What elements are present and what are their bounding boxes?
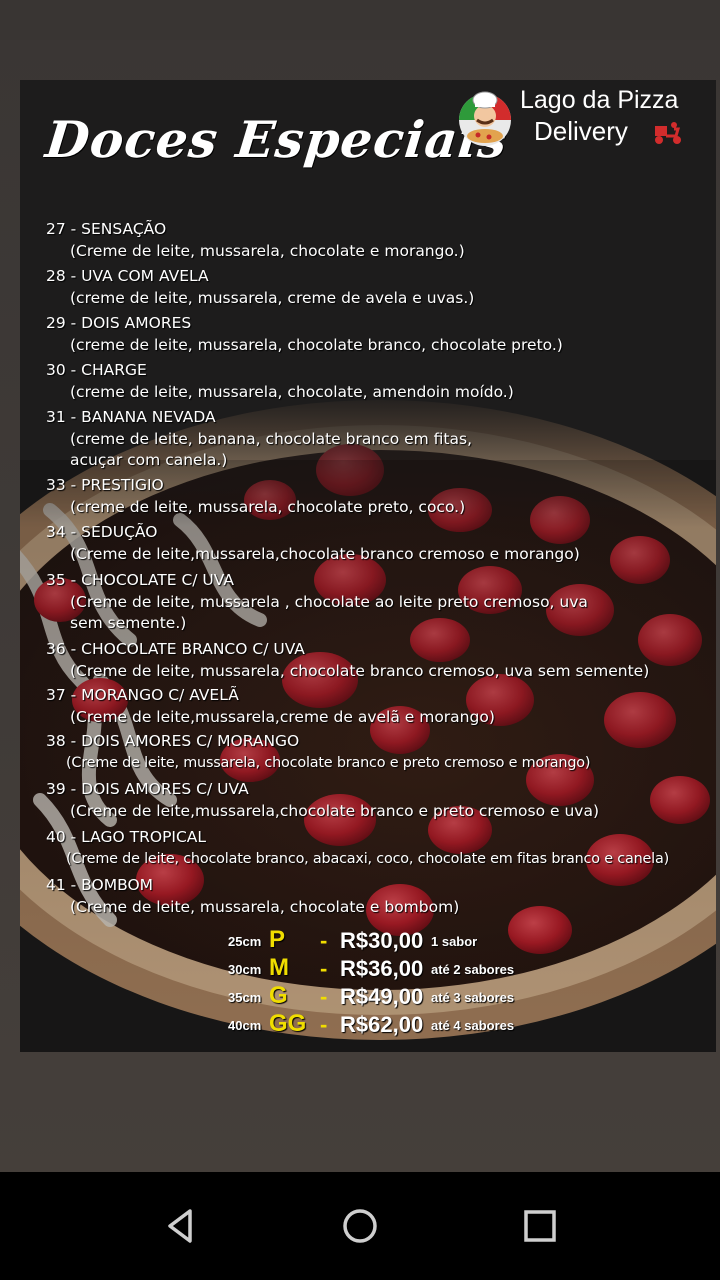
- price-size: GG: [269, 1010, 307, 1037]
- price-diameter: 25cm: [228, 934, 262, 949]
- delivery-scooter-icon: [655, 122, 681, 144]
- menu-item-description: (Creme de leite,mussarela,chocolate bran…: [70, 545, 580, 563]
- recents-icon[interactable]: [516, 1202, 564, 1250]
- menu-item-description: (Creme de leite, mussarela, chocolate e …: [70, 898, 460, 916]
- price-size: G: [269, 982, 288, 1009]
- menu-item-description: (creme de leite, mussarela, chocolate br…: [70, 336, 563, 354]
- price-diameter: 40cm: [228, 1018, 262, 1033]
- menu-item-title: 28 - UVA COM AVELA: [46, 267, 209, 285]
- brand-logo: Lago da Pizza Delivery: [456, 82, 716, 152]
- menu-item-title: 27 - SENSAÇÃO: [46, 220, 167, 238]
- menu-item-description: (Creme de leite, mussarela, chocolate br…: [70, 662, 650, 680]
- menu-item-title: 34 - SEDUÇÃO: [46, 523, 158, 541]
- menu-item-title: 31 - BANANA NEVADA: [46, 408, 216, 426]
- android-navigation-bar: [0, 1172, 720, 1280]
- menu-item-description: (Creme de leite, mussarela, chocolate e …: [70, 242, 465, 260]
- price-note: 1 sabor: [431, 934, 478, 949]
- price-value: R$62,00: [340, 1012, 424, 1037]
- menu-item-description: (Creme de leite, mussarela , chocolate a…: [70, 593, 588, 632]
- menu-item-title: 36 - CHOCOLATE BRANCO C/ UVA: [46, 640, 305, 658]
- menu-item-description: (Creme de leite, mussarela, chocolate br…: [66, 755, 591, 771]
- menu-item-description: (creme de leite, mussarela, creme de ave…: [70, 289, 475, 307]
- menu-item-description: (Creme de leite, chocolate branco, abaca…: [66, 851, 669, 867]
- price-row: 25cm P - R$30,00 1 sabor: [228, 926, 528, 956]
- price-size: M: [269, 954, 289, 981]
- price-note: até 2 sabores: [431, 962, 515, 977]
- price-row: 30cm M - R$36,00 até 2 sabores: [228, 954, 528, 984]
- menu-item-description: (creme de leite, mussarela, chocolate, a…: [70, 383, 514, 401]
- price-note: até 3 sabores: [431, 990, 515, 1005]
- price-value: R$36,00: [340, 956, 424, 981]
- back-icon[interactable]: [156, 1202, 204, 1250]
- menu-item-title: 40 - LAGO TROPICAL: [46, 828, 207, 846]
- price-separator: -: [320, 956, 328, 981]
- price-note: até 4 sabores: [431, 1018, 515, 1033]
- menu-item-description: (Creme de leite,mussarela,creme de avelã…: [70, 708, 495, 726]
- price-separator: -: [320, 928, 328, 953]
- price-separator: -: [320, 1012, 328, 1037]
- brand-subtitle: Delivery: [534, 116, 628, 146]
- price-row: 40cm GG - R$62,00 até 4 sabores: [228, 1010, 528, 1040]
- menu-item-title: 37 - MORANGO C/ AVELÃ: [46, 686, 239, 704]
- menu-item-description: (Creme de leite,mussarela,chocolate bran…: [70, 802, 600, 820]
- menu-item-title: 33 - PRESTIGIO: [46, 476, 164, 494]
- menu-item-description: (creme de leite, banana, chocolate branc…: [70, 430, 473, 469]
- menu-item-title: 39 - DOIS AMORES C/ UVA: [46, 780, 249, 798]
- menu-poster-image[interactable]: Doces Especiais Lago da Pizza Delivery 2…: [20, 80, 716, 1052]
- price-row: 35cm G - R$49,00 até 3 sabores: [228, 982, 528, 1012]
- chef-mascot-icon: [459, 91, 511, 146]
- price-separator: -: [320, 984, 328, 1009]
- price-diameter: 30cm: [228, 962, 262, 977]
- home-icon[interactable]: [336, 1202, 384, 1250]
- menu-item-title: 41 - BOMBOM: [46, 876, 154, 894]
- menu-item-title: 38 - DOIS AMORES C/ MORANGO: [46, 732, 300, 750]
- menu-item-title: 30 - CHARGE: [46, 361, 147, 379]
- menu-item-title: 35 - CHOCOLATE C/ UVA: [46, 571, 234, 589]
- status-bar-area: [0, 0, 720, 40]
- brand-name: Lago da Pizza: [520, 86, 679, 114]
- price-value: R$30,00: [340, 928, 424, 953]
- menu-item-description: (creme de leite, mussarela, chocolate pr…: [70, 498, 466, 516]
- poster-title: Doces Especiais: [42, 110, 511, 169]
- price-size: P: [269, 926, 286, 953]
- price-value: R$49,00: [340, 984, 424, 1009]
- menu-item-title: 29 - DOIS AMORES: [46, 314, 192, 332]
- price-diameter: 35cm: [228, 990, 262, 1005]
